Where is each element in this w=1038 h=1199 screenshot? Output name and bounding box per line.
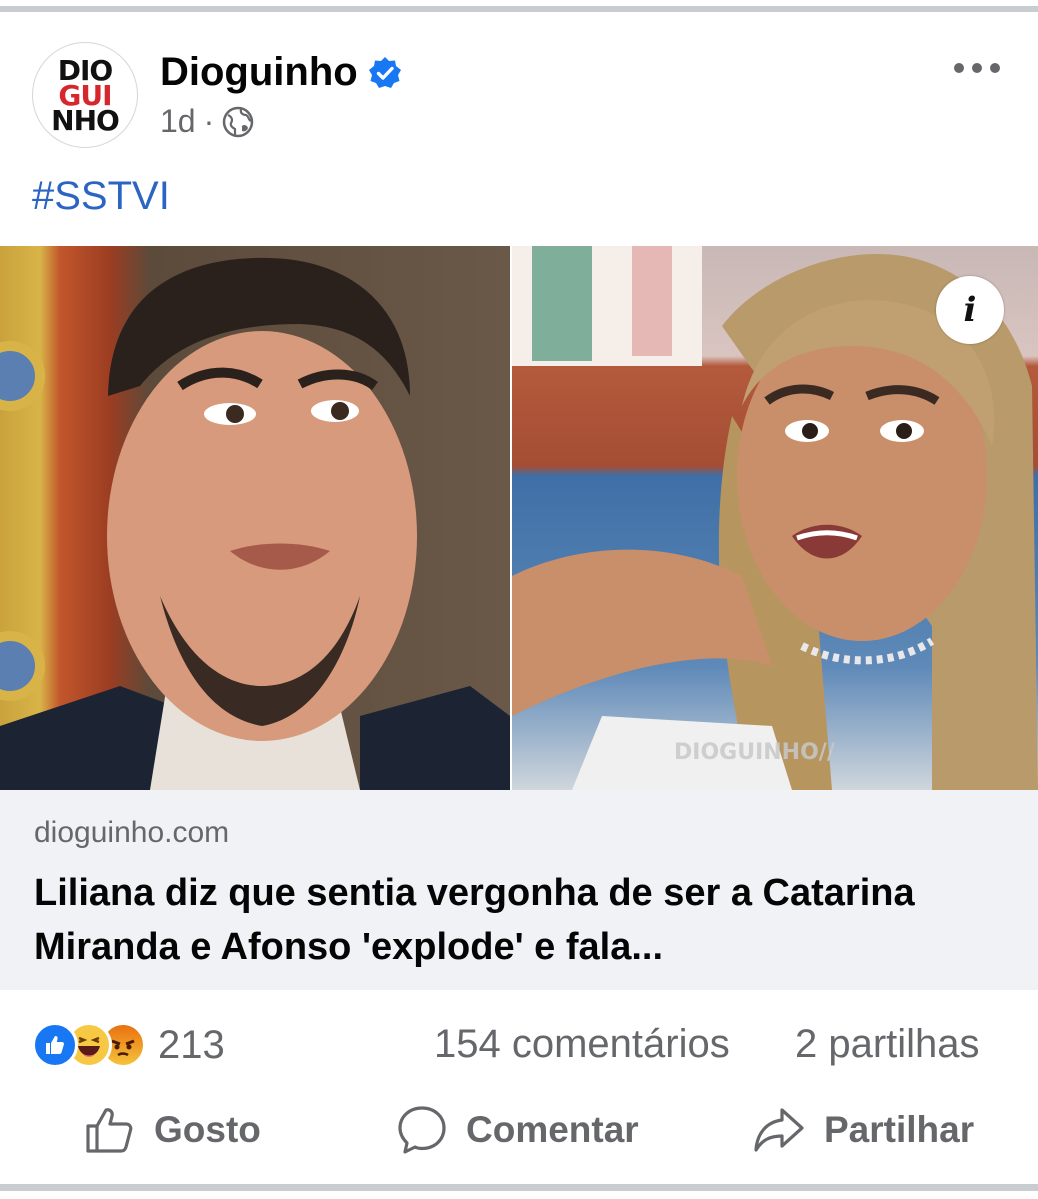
dot-icon bbox=[972, 63, 982, 73]
share-arrow-icon bbox=[754, 1108, 804, 1152]
post-time[interactable]: 1d bbox=[160, 103, 196, 140]
page-name[interactable]: Dioguinho bbox=[160, 50, 402, 95]
hashtag-link[interactable]: #SSTVI bbox=[32, 174, 170, 219]
reactions-summary[interactable]: 213 bbox=[32, 1022, 225, 1068]
top-divider bbox=[0, 0, 1038, 12]
page-avatar[interactable]: DIO GUI NHO bbox=[32, 42, 138, 148]
dioguinho-logo: DIO GUI NHO bbox=[51, 53, 120, 137]
reaction-count[interactable]: 213 bbox=[158, 1023, 225, 1068]
bottom-divider bbox=[0, 1184, 1038, 1199]
meta-separator: · bbox=[203, 103, 215, 139]
dot-icon bbox=[990, 63, 1000, 73]
photo-woman: i bbox=[512, 246, 1038, 790]
like-label: Gosto bbox=[154, 1109, 261, 1150]
globe-icon bbox=[223, 106, 254, 137]
info-button[interactable]: i bbox=[936, 276, 1004, 344]
comment-label: Comentar bbox=[466, 1109, 639, 1150]
link-domain[interactable]: dioguinho.com bbox=[34, 816, 229, 850]
page-name-label[interactable]: Dioguinho bbox=[160, 50, 358, 95]
verified-badge-icon bbox=[368, 56, 401, 88]
comment-bubble-icon bbox=[398, 1106, 446, 1154]
post-meta: 1d · bbox=[160, 103, 254, 140]
share-label: Partilhar bbox=[824, 1109, 975, 1150]
share-button[interactable]: Partilhar bbox=[752, 1102, 974, 1158]
comments-count[interactable]: 154 comentários bbox=[434, 1022, 730, 1067]
like-icon bbox=[32, 1022, 78, 1068]
more-options-button[interactable] bbox=[954, 58, 1000, 78]
dot-icon bbox=[954, 63, 964, 73]
comment-button[interactable]: Comentar bbox=[396, 1102, 639, 1158]
shares-count[interactable]: 2 partilhas bbox=[795, 1022, 980, 1067]
thumbs-up-icon bbox=[86, 1108, 133, 1153]
like-button[interactable]: Gosto bbox=[84, 1102, 261, 1158]
watermark: DIOGUINHO// bbox=[674, 740, 835, 765]
man-illustration bbox=[0, 257, 510, 790]
link-title[interactable]: Liliana diz que sentia vergonha de ser a… bbox=[34, 866, 1014, 974]
link-image[interactable]: i DIOGUINHO// bbox=[0, 246, 1038, 790]
photo-man bbox=[0, 246, 510, 790]
